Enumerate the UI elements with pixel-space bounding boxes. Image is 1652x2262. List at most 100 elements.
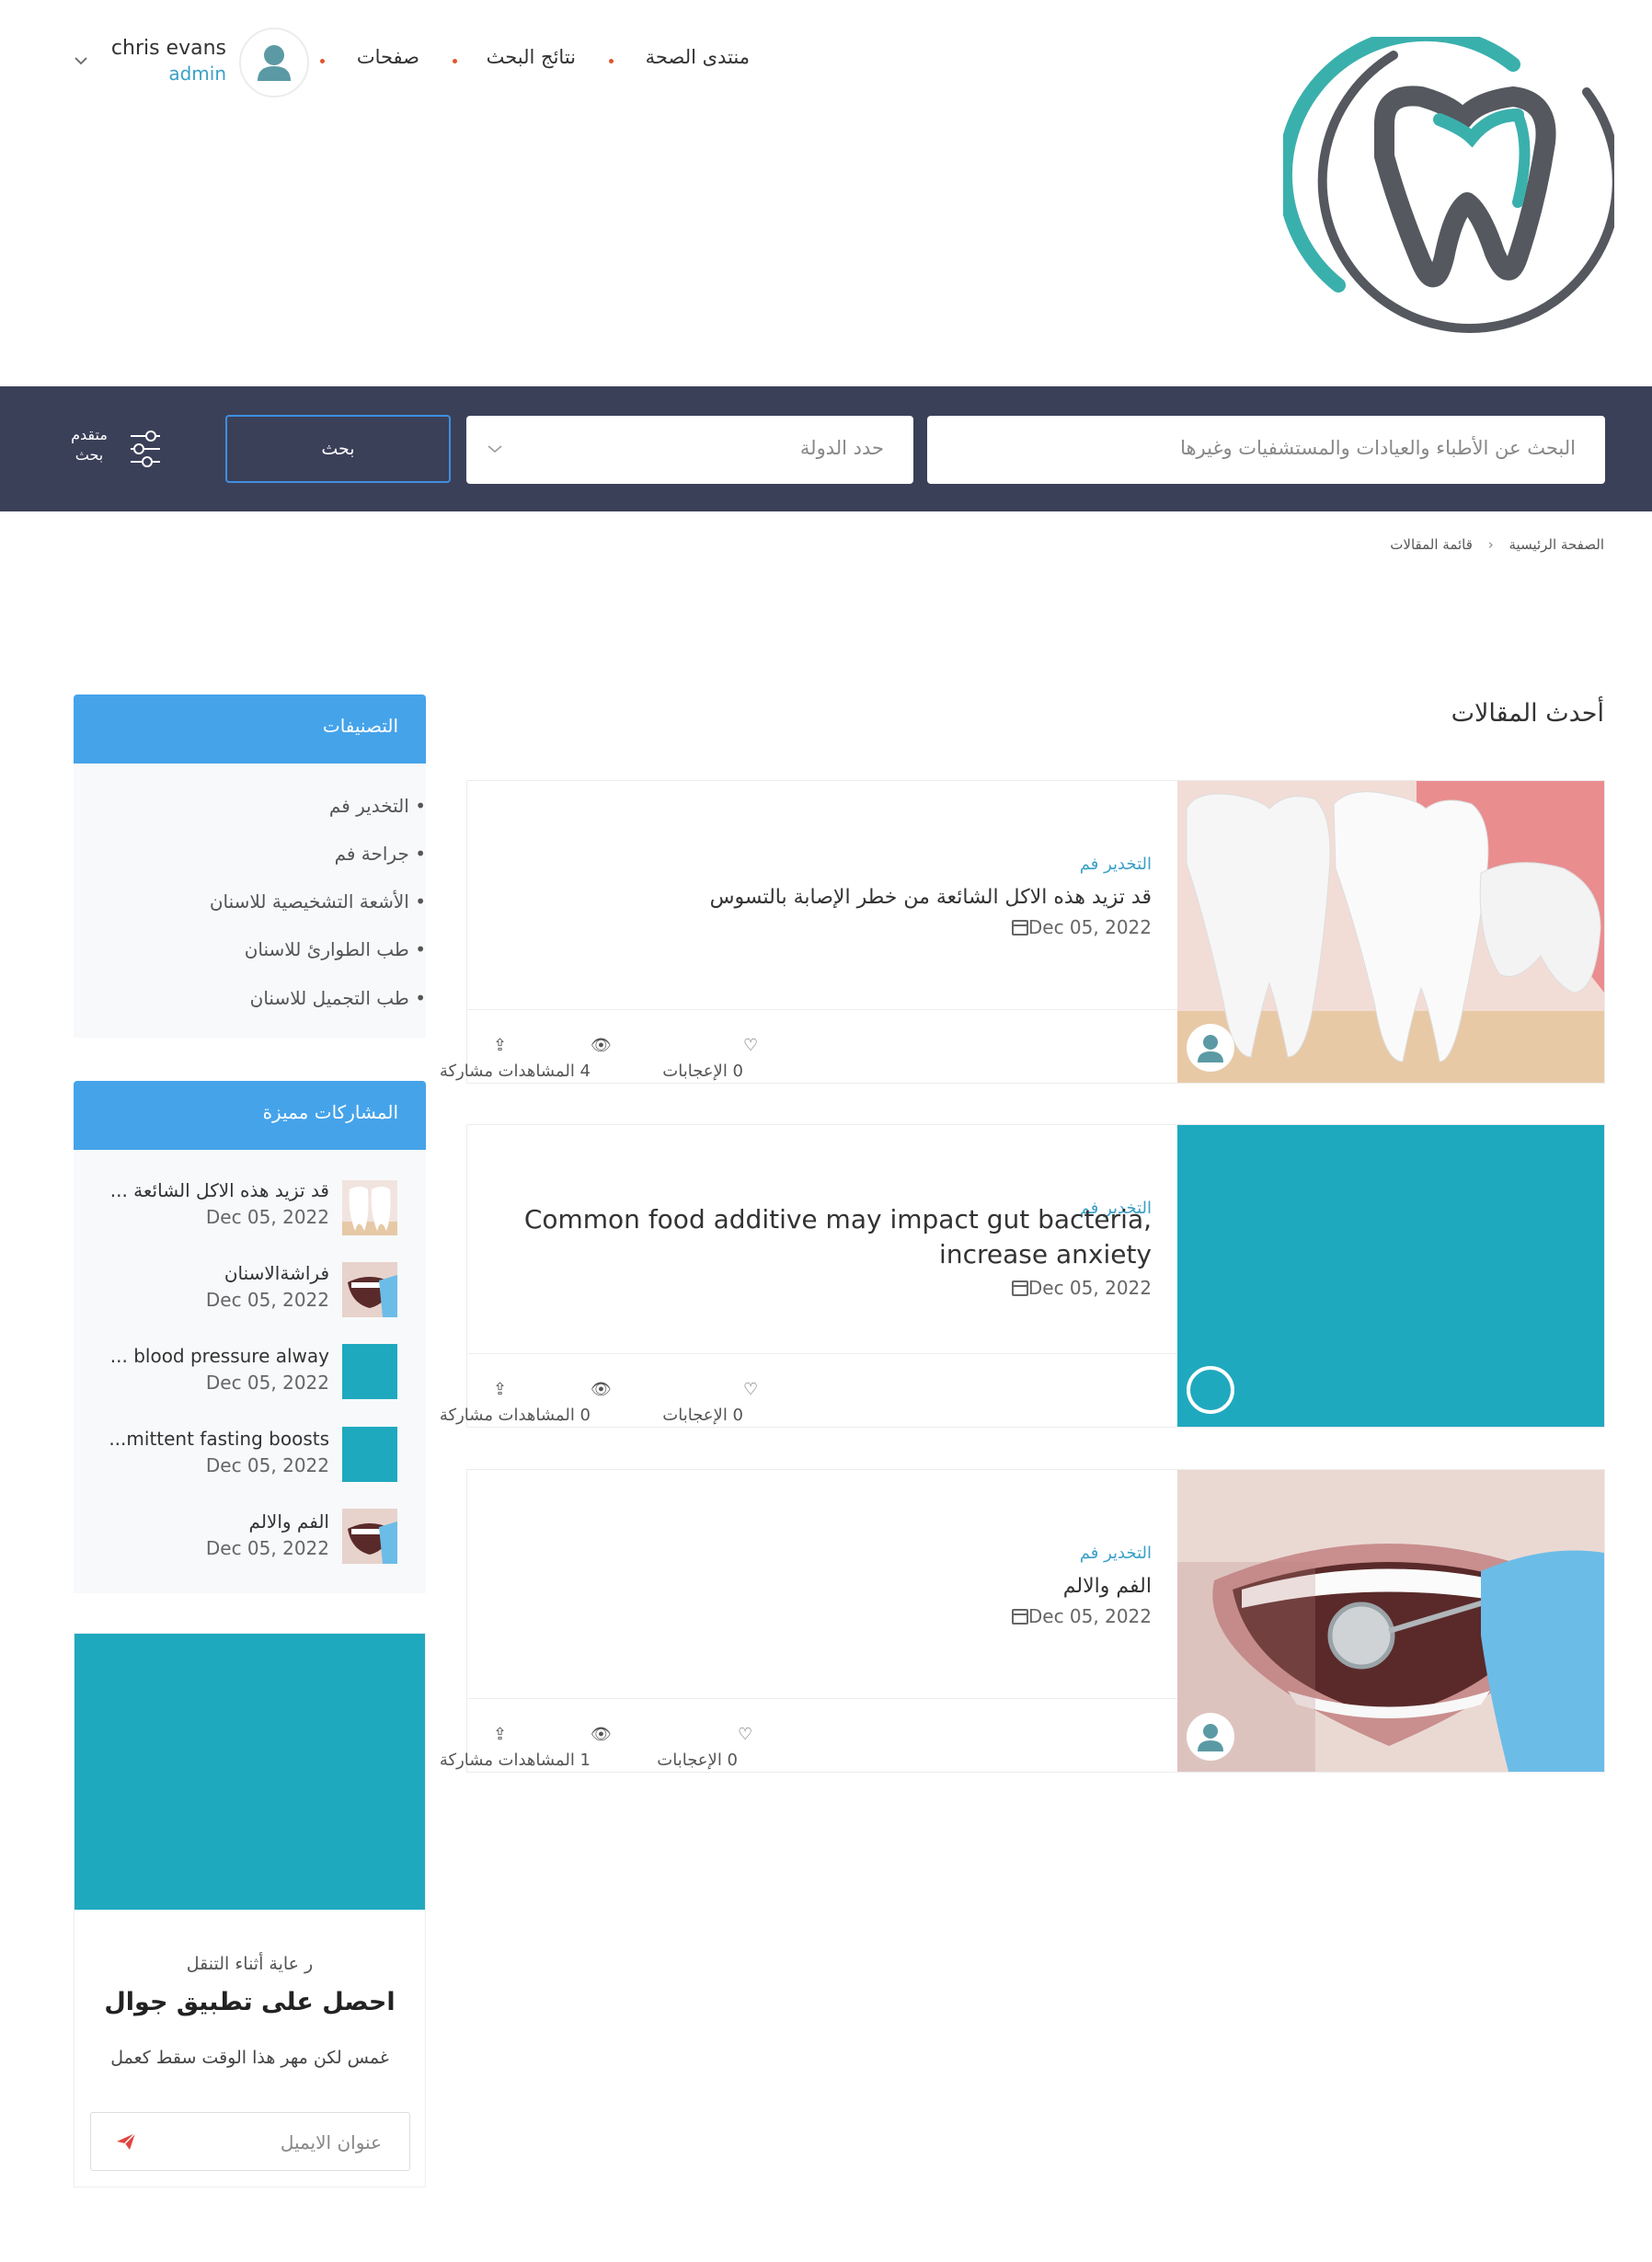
article-image[interactable]	[1177, 1125, 1604, 1427]
nav-pages[interactable]: صفحات	[357, 46, 419, 68]
user-icon	[1198, 1724, 1223, 1751]
article-card[interactable]: التخدير فم قد تزيد هذه الاكل الشائعة من …	[440, 780, 1605, 1084]
featured-post-date: Dec 05, 2022	[205, 1372, 329, 1394]
user-name[interactable]: chris evans	[111, 37, 226, 60]
breadcrumb: الصفحة الرئيسية ‹ قائمة المقالات	[1390, 536, 1604, 553]
likes-button[interactable]: ♡ 0 الإعجابات	[662, 1380, 758, 1425]
featured-post-title[interactable]: ... blood pressure alway	[110, 1345, 329, 1367]
article-title[interactable]: قد تزيد هذه الاكل الشائعة من خطر الإصابة…	[508, 880, 1152, 915]
views-count: 👁 0 المشاهدات	[498, 1380, 612, 1425]
featured-post-date: Dec 05, 2022	[205, 1537, 329, 1559]
mouth-thumb	[342, 1509, 397, 1564]
user-avatar[interactable]	[239, 28, 309, 98]
category-item[interactable]: • طب التجميل للاسنان	[250, 987, 426, 1009]
nav-separator-dot	[453, 59, 457, 63]
advanced-label: متقدم	[71, 426, 108, 443]
share-label: مشاركة	[439, 1751, 493, 1770]
category-label: طب الطوارئ للاسنان	[244, 938, 409, 960]
chevron-left-icon: ‹	[1487, 536, 1494, 553]
article-title[interactable]: الفم والالم	[508, 1569, 1152, 1604]
advanced-search-button[interactable]: متقدم بحث	[70, 425, 171, 475]
featured-header: المشاركات مميزة	[74, 1081, 426, 1150]
share-button[interactable]: ⇪ مشاركة	[440, 1036, 507, 1081]
views-text: 0 المشاهدات	[498, 1406, 591, 1425]
calendar-icon	[1011, 920, 1028, 936]
article-category[interactable]: التخدير فم	[1080, 855, 1152, 874]
email-field[interactable]: عنوان الايميل	[90, 2112, 410, 2171]
featured-post-title[interactable]: فراشةالاسنان	[224, 1262, 329, 1284]
send-icon[interactable]	[115, 2131, 137, 2152]
views-count: 👁 1 المشاهدات	[498, 1725, 612, 1770]
share-button[interactable]: ⇪ مشاركة	[440, 1380, 507, 1425]
advanced-label: بحث	[75, 446, 104, 464]
category-label: جراحة فم	[334, 843, 409, 865]
category-label: الأشعة التشخيصية للاسنان	[209, 890, 409, 913]
search-input[interactable]: البحث عن الأطباء والعيادات والمستشفيات و…	[927, 416, 1605, 484]
share-label: مشاركة	[439, 1062, 493, 1081]
featured-thumb[interactable]	[342, 1509, 397, 1564]
search-input-placeholder: البحث عن الأطباء والعيادات والمستشفيات و…	[1180, 437, 1576, 459]
app-promo-card: ر عاية أثناء التنقل احصل على تطبيق جوال …	[74, 1633, 426, 2187]
app-promo-title: احصل على تطبيق جوال	[104, 1988, 396, 2016]
article-card[interactable]: التخدير فم Common food additive may impa…	[440, 1124, 1605, 1428]
mouth-thumb	[342, 1262, 397, 1317]
chevron-down-icon	[488, 445, 502, 454]
article-image[interactable]	[1177, 1470, 1604, 1772]
country-select[interactable]: حدد الدولة	[466, 416, 913, 484]
site-header: منتدى الصحة نتائج البحث صفحات chris evan…	[0, 0, 1652, 386]
article-date: Dec 05, 2022	[1003, 916, 1152, 938]
featured-post-title[interactable]: ...mittent fasting boosts	[109, 1428, 329, 1450]
likes-count: 0 الإعجابات	[657, 1751, 738, 1770]
article-footer: ♡ 0 الإعجابات 👁 0 المشاهدات ⇪ مشاركة	[440, 1353, 1177, 1427]
chevron-down-icon[interactable]	[74, 55, 88, 66]
author-avatar[interactable]	[1187, 1366, 1234, 1414]
article-footer: ♡ 0 الإعجابات 👁 4 المشاهدات ⇪ مشاركة	[440, 1009, 1177, 1083]
article-category[interactable]: التخدير فم	[1080, 1544, 1152, 1563]
author-avatar[interactable]	[1187, 1713, 1234, 1761]
featured-thumb[interactable]	[342, 1344, 397, 1399]
featured-thumb[interactable]	[342, 1262, 397, 1317]
featured-post-title[interactable]: قد تزيد هذه الاكل الشائعة ...	[110, 1179, 329, 1201]
featured-post-date: Dec 05, 2022	[205, 1206, 329, 1228]
article-date: Dec 05, 2022	[1003, 1605, 1152, 1627]
article-date-text: Dec 05, 2022	[1027, 1605, 1152, 1627]
nav-separator-dot	[320, 59, 325, 63]
category-item[interactable]: • طب الطوارئ للاسنان	[245, 938, 426, 960]
article-card[interactable]: التخدير فم الفم والالم Dec 05, 2022 ♡ 0 …	[440, 1469, 1605, 1773]
featured-thumb[interactable]	[342, 1180, 397, 1235]
nav-health-forum[interactable]: منتدى الصحة	[646, 46, 750, 68]
featured-thumb[interactable]	[342, 1427, 397, 1482]
breadcrumb-home[interactable]: الصفحة الرئيسية	[1509, 536, 1605, 553]
country-select-placeholder: حدد الدولة	[799, 437, 884, 459]
share-button[interactable]: ⇪ مشاركة	[440, 1725, 507, 1770]
tooth-logo[interactable]	[1283, 37, 1614, 350]
nav-separator-dot	[609, 59, 614, 63]
likes-button[interactable]: ♡ 0 الإعجابات	[657, 1725, 752, 1770]
likes-count: 0 الإعجابات	[662, 1062, 743, 1081]
nav-search-results[interactable]: نتائج البحث	[487, 46, 576, 68]
user-icon	[1198, 1035, 1223, 1062]
article-image[interactable]	[1177, 781, 1604, 1083]
article-title[interactable]: Common food additive may impact gut bact…	[508, 1202, 1152, 1272]
search-button[interactable]: بحث	[225, 415, 451, 483]
user-icon	[258, 45, 291, 81]
featured-post-title[interactable]: الفم والالم	[249, 1510, 329, 1533]
page-title: أحدث المقالات	[1451, 699, 1604, 728]
likes-button[interactable]: ♡ 0 الإعجابات	[662, 1036, 758, 1081]
email-placeholder: عنوان الايميل	[280, 2131, 382, 2153]
category-item[interactable]: • التخدير فم	[329, 795, 426, 817]
user-role: admin	[168, 63, 226, 85]
views-text: 1 المشاهدات	[498, 1751, 591, 1770]
category-item[interactable]: • جراحة فم	[335, 843, 426, 865]
category-label: التخدير فم	[328, 795, 409, 817]
views-count: 👁 4 المشاهدات	[498, 1036, 612, 1081]
likes-count: 0 الإعجابات	[662, 1406, 743, 1425]
app-promo-text: غمس لكن مهر هذا الوقت سقط كعمل	[110, 2048, 389, 2068]
categories-header: التصنيفات	[74, 695, 426, 764]
author-avatar[interactable]	[1187, 1024, 1234, 1072]
category-label: طب التجميل للاسنان	[249, 987, 409, 1009]
calendar-icon	[1011, 1609, 1028, 1625]
article-footer: ♡ 0 الإعجابات 👁 1 المشاهدات ⇪ مشاركة	[440, 1698, 1177, 1772]
teeth-thumb	[342, 1180, 397, 1235]
category-item[interactable]: • الأشعة التشخيصية للاسنان	[210, 890, 426, 913]
